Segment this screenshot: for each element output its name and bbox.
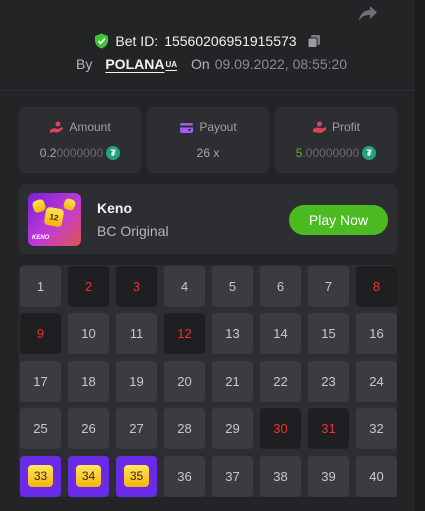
shield-check-icon <box>95 33 109 49</box>
game-name: Keno <box>97 200 132 216</box>
keno-cell-34: 34 <box>68 455 109 497</box>
keno-cell-37: 37 <box>212 455 253 497</box>
amount-label: Amount <box>69 120 111 134</box>
keno-cell-30: 30 <box>260 408 301 449</box>
keno-cell-32: 32 <box>356 408 397 449</box>
keno-cell-22: 22 <box>260 360 301 402</box>
keno-cell-6: 6 <box>260 265 301 307</box>
keno-cell-31: 31 <box>308 408 349 449</box>
bet-id-label: Bet ID: <box>115 33 159 49</box>
bet-detail-panel: Bet ID: 15560206951915573 By POLANA UA O… <box>0 0 425 511</box>
keno-cell-12: 12 <box>164 313 205 354</box>
keno-cell-11: 11 <box>116 313 157 354</box>
profit-hand-icon <box>312 121 326 133</box>
wallet-icon <box>180 122 194 133</box>
bet-date: 09.09.2022, 08:55:20 <box>214 56 348 72</box>
user-name-link[interactable]: POLANA <box>105 56 164 72</box>
amount-card: Amount 0.20000000 ₮ <box>19 107 141 173</box>
game-subtitle: BC Original <box>97 223 169 239</box>
keno-cell-8: 8 <box>356 265 397 307</box>
keno-hit-gem: 33 <box>28 465 53 487</box>
keno-cell-24: 24 <box>356 360 397 402</box>
keno-cell-25: 25 <box>20 408 61 449</box>
keno-cell-17: 17 <box>20 360 61 402</box>
profit-label: Profit <box>331 120 360 134</box>
keno-cell-36: 36 <box>164 455 205 497</box>
keno-cell-14: 14 <box>260 313 301 354</box>
keno-cell-28: 28 <box>164 408 205 449</box>
coins-hand-icon <box>50 121 64 133</box>
copy-icon[interactable] <box>307 34 321 48</box>
keno-cell-18: 18 <box>68 360 109 402</box>
keno-cell-38: 38 <box>260 455 301 497</box>
keno-cell-7: 7 <box>308 265 349 307</box>
keno-cell-21: 21 <box>212 360 253 402</box>
thumb-label: KENO <box>32 235 50 241</box>
keno-cell-9: 9 <box>20 313 61 354</box>
keno-cell-5: 5 <box>212 265 253 307</box>
keno-cell-15: 15 <box>308 313 349 354</box>
keno-cell-2: 2 <box>68 265 109 307</box>
keno-game-thumbnail[interactable]: 12 KENO <box>28 193 81 246</box>
user-country-tag: UA <box>165 59 178 69</box>
keno-cell-26: 26 <box>68 408 109 449</box>
profit-value-zeros: .00000000 <box>302 146 360 160</box>
keno-cell-19: 19 <box>116 360 157 402</box>
scrollbar-track[interactable] <box>415 0 425 511</box>
payout-card: Payout 26 x <box>147 107 269 173</box>
keno-cell-35: 35 <box>116 455 157 497</box>
amount-value-main: 0.2 <box>39 146 57 160</box>
keno-cell-29: 29 <box>212 408 253 449</box>
keno-cell-1: 1 <box>20 265 61 307</box>
play-now-button[interactable]: Play Now <box>289 205 388 235</box>
bet-id-value: 15560206951915573 <box>164 33 297 49</box>
keno-board: 1 2 3 4 5 6 7 8 9 10 11 12 13 14 15 16 17 18 19 20 21 22 23 24 2… <box>19 265 397 497</box>
payout-label: Payout <box>199 120 237 134</box>
keno-cell-16: 16 <box>356 313 397 354</box>
keno-cell-10: 10 <box>68 313 109 354</box>
keno-cell-20: 20 <box>164 360 205 402</box>
profit-card: Profit 5.00000000 ₮ <box>275 107 397 173</box>
game-card: 12 KENO Keno BC Original Play Now <box>19 184 397 254</box>
amount-value-zeros: 0000000 <box>56 146 104 160</box>
tether-coin-icon: ₮ <box>106 146 121 160</box>
keno-cell-39: 39 <box>308 455 349 497</box>
keno-cell-33: 33 <box>20 455 61 497</box>
keno-hit-gem: 35 <box>124 465 149 487</box>
on-label: On <box>191 56 210 72</box>
keno-cell-3: 3 <box>116 265 157 307</box>
keno-cell-13: 13 <box>212 313 253 354</box>
by-label: By <box>76 56 93 72</box>
payout-value: 26 x <box>196 146 220 160</box>
keno-cell-4: 4 <box>164 265 205 307</box>
profit-value: 5.00000000 ₮ <box>275 146 397 160</box>
thumb-tile: 12 <box>43 206 65 228</box>
amount-value: 0.20000000 ₮ <box>19 146 141 160</box>
divider <box>0 90 415 91</box>
keno-hit-gem: 34 <box>76 465 101 487</box>
keno-cell-40: 40 <box>356 455 397 497</box>
keno-cell-27: 27 <box>116 408 157 449</box>
tether-coin-icon: ₮ <box>362 146 377 160</box>
keno-cell-23: 23 <box>308 360 349 402</box>
share-arrow-icon[interactable] <box>358 5 378 23</box>
bet-id-row: Bet ID: 15560206951915573 <box>0 33 415 49</box>
bet-author-row: By POLANA UA On 09.09.2022, 08:55:20 <box>76 56 347 72</box>
